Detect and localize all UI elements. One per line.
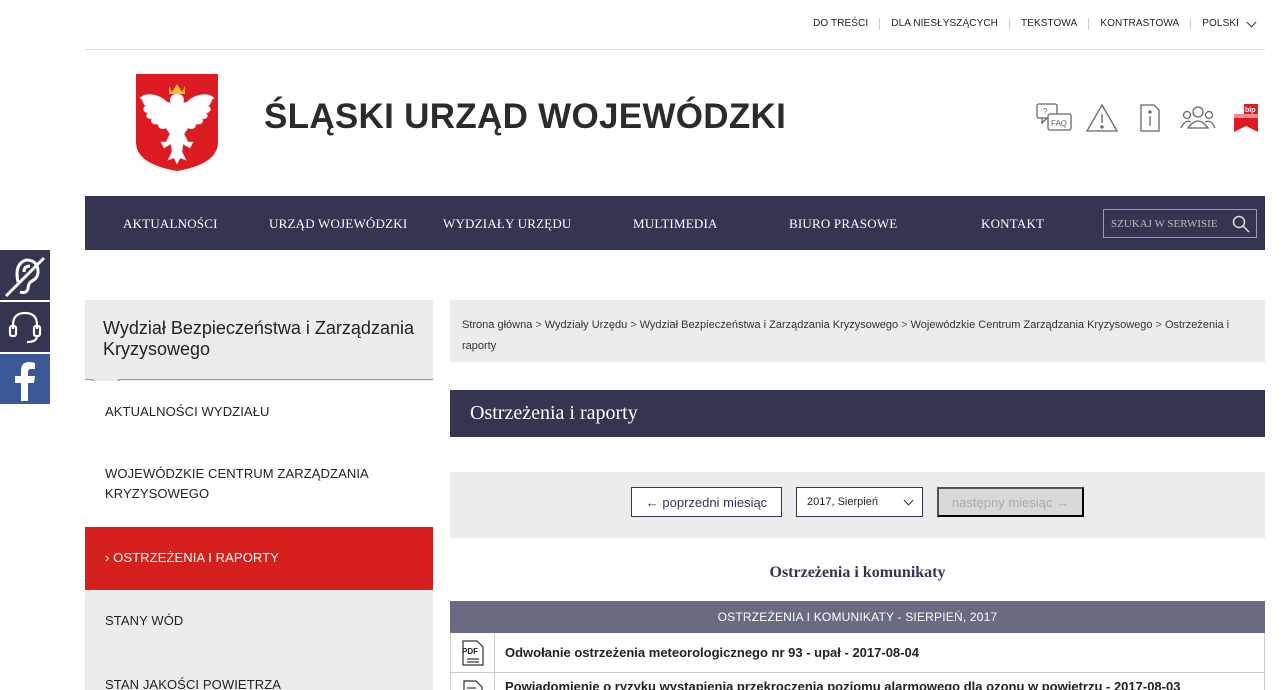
faq-icon-label: FAQ [1051, 119, 1067, 128]
language-selector[interactable]: POLSKI [1190, 17, 1257, 30]
utility-links: DO TREŚCI DLA NIESŁYSZĄCYCH TEKSTOWA KON… [802, 17, 1257, 30]
row-link[interactable]: Powiadomienie o ryzyku wystąpienia przek… [495, 679, 1180, 690]
poland-emblem-logo[interactable] [134, 72, 220, 172]
month-navigation: ← poprzedni miesiąc 2017, Sierpień nastę… [450, 472, 1265, 538]
text-version-link[interactable]: TEKSTOWA [1009, 18, 1088, 30]
section-title: Ostrzeżenia i komunikaty [769, 564, 946, 581]
sidebar-item-crisis-center[interactable]: WOJEWÓDZKIE CENTRUM ZARZĄDZANIA KRYZYSOW… [85, 426, 433, 527]
nav-item-contact[interactable]: KONTAKT [981, 216, 1044, 232]
chevron-down-icon [1246, 17, 1257, 27]
breadcrumb-home[interactable]: Strona główna [462, 319, 532, 331]
warning-icon[interactable] [1078, 100, 1126, 136]
bip-icon-label: bip [1245, 107, 1256, 114]
site-title[interactable]: ŚLĄSKI URZĄD WOJEWÓDZKI [264, 97, 786, 137]
sidebar-item-label: STANY WÓD [105, 613, 184, 628]
row-link[interactable]: Odwołanie ostrzeżenia meteorologicznego … [495, 645, 919, 660]
breadcrumb-crisis-center[interactable]: Wojewódzkie Centrum Zarządzania Kryzysow… [911, 319, 1153, 331]
sidebar-item-department-news[interactable]: AKTUALNOŚCI WYDZIAŁU [85, 381, 433, 426]
svg-text:PDF: PDF [462, 647, 478, 656]
contrast-version-link[interactable]: KONTRASTOWA [1088, 18, 1190, 30]
previous-month-button[interactable]: ← poprzedni miesiąc [631, 487, 782, 517]
svg-text:?: ? [1043, 107, 1048, 116]
deaf-access-link[interactable]: DLA NIESŁYSZĄCYCH [879, 18, 1009, 30]
info-icon[interactable] [1126, 100, 1174, 136]
search-icon[interactable] [1229, 212, 1253, 236]
pdf-icon: PDF [451, 633, 495, 672]
breadcrumb: Strona główna > Wydziały Urzędu > Wydział Be… [450, 300, 1265, 362]
utility-bar: DO TREŚCI DLA NIESŁYSZĄCYCH TEKSTOWA KON… [85, 0, 1265, 50]
breadcrumb-security-department[interactable]: Wydział Bezpieczeństwa i Zarządzania Kry… [640, 319, 899, 331]
sidebar-item-label: WOJEWÓDZKIE CENTRUM ZARZĄDZANIA KRYZYSOW… [105, 466, 369, 501]
chevron-down-icon [903, 495, 914, 506]
language-label: POLSKI [1202, 18, 1239, 29]
bip-icon[interactable]: bip [1222, 100, 1270, 136]
main-navigation: AKTUALNOŚCI URZĄD WOJEWÓDZKI WYDZIAŁY UR… [85, 196, 1265, 250]
sidebar-item-label: STAN JAKOŚCI POWIETRZA [105, 677, 282, 690]
breadcrumb-departments[interactable]: Wydziały Urzędu [545, 319, 627, 331]
sidebar-item-label: AKTUALNOŚCI WYDZIAŁU [105, 404, 270, 419]
contact-center-button[interactable] [0, 302, 50, 352]
sidebar-item-label: › OSTRZEŻENIA I RAPORTY [105, 550, 279, 565]
nav-item-multimedia[interactable]: MULTIMEDIA [633, 216, 718, 232]
next-month-button[interactable]: następny miesiąc → [937, 487, 1084, 517]
month-select[interactable]: 2017, Sierpień [796, 487, 923, 517]
sidebar-item-air-quality[interactable]: STAN JAKOŚCI POWIETRZA [85, 653, 433, 690]
deaf-access-button[interactable] [0, 250, 50, 300]
skip-to-content-link[interactable]: DO TREŚCI [802, 18, 879, 30]
sidebar-item-water-levels[interactable]: STANY WÓD [85, 590, 433, 653]
page-title: Ostrzeżenia i raporty [470, 402, 638, 424]
facebook-icon [15, 362, 35, 401]
nav-item-news[interactable]: AKTUALNOŚCI [123, 216, 218, 232]
page-title-bar: Ostrzeżenia i raporty [450, 390, 1265, 437]
table-row[interactable]: PDF Odwołanie ostrzeżenia meteorologiczn… [450, 633, 1265, 673]
table-header: OSTRZEŻENIA I KOMUNIKATY - SIERPIEŃ, 201… [450, 601, 1265, 633]
sidebar-heading: Wydział Bezpieczeństwa i Zarządzania Kry… [85, 300, 433, 394]
sidebar-item-warnings-reports[interactable]: › OSTRZEŻENIA I RAPORTY [85, 527, 433, 590]
table-row[interactable]: Powiadomienie o ryzyku wystąpienia przek… [450, 673, 1265, 690]
people-icon[interactable] [1174, 100, 1222, 136]
search-input[interactable] [1104, 217, 1229, 230]
sidebar-heading-text: Wydział Bezpieczeństwa i Zarządzania Kry… [103, 318, 414, 359]
month-select-value: 2017, Sierpień [807, 496, 878, 508]
nav-item-press[interactable]: BIURO PRASOWE [789, 216, 897, 232]
nav-item-departments[interactable]: WYDZIAŁY URZĘDU [443, 216, 572, 232]
facebook-button[interactable] [0, 354, 50, 404]
search-box [1103, 209, 1257, 238]
document-icon [451, 673, 495, 690]
nav-item-office[interactable]: URZĄD WOJEWÓDZKI [269, 216, 407, 232]
header-icon-bar: FAQ ? bip [1030, 100, 1270, 136]
department-sidebar: Wydział Bezpieczeństwa i Zarządzania Kry… [85, 300, 433, 690]
faq-icon[interactable]: FAQ ? [1030, 100, 1078, 136]
